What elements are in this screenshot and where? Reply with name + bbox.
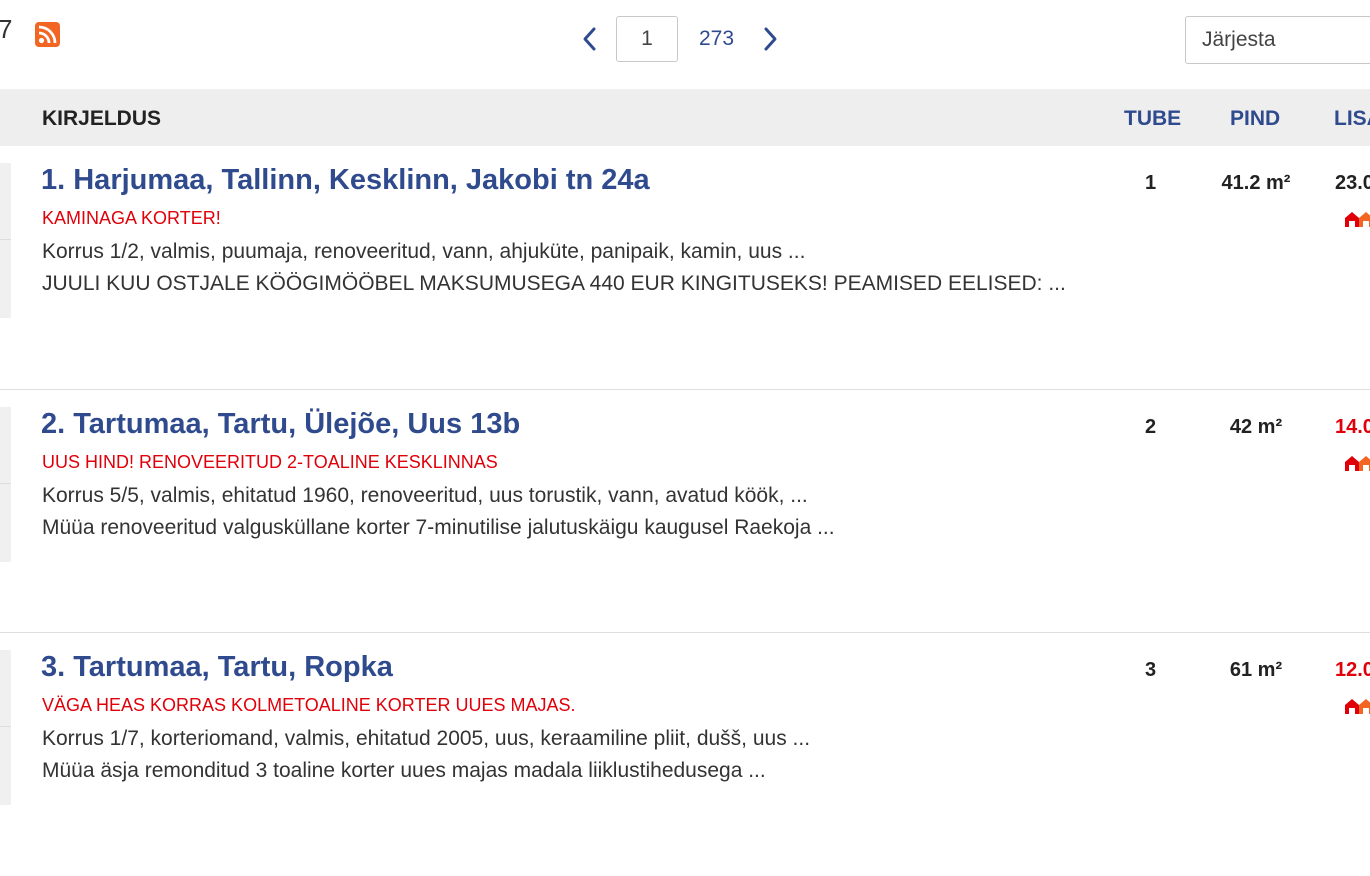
- listing-rooms: 3: [1145, 659, 1157, 681]
- table-row: 2. Tartumaa, Tartu, Ülejõe, Uus 13b UUS …: [0, 389, 1370, 633]
- sort-select-value: Järjesta: [1202, 28, 1276, 51]
- listing-rooms: 2: [1145, 416, 1157, 438]
- chevron-right-icon[interactable]: [755, 24, 785, 54]
- table-row: 3. Tartumaa, Tartu, Ropka VÄGA HEAS KORR…: [0, 632, 1370, 876]
- listing-description: JUULI KUU OSTJALE KÖÖGIMÖÖBEL MAKSUMUSEG…: [42, 272, 1066, 295]
- listing-date: 12.0: [1335, 659, 1370, 681]
- house-icon: [1343, 454, 1370, 477]
- listing-slogan: KAMINAGA KORTER!: [42, 208, 221, 228]
- listing-features: Korrus 5/5, valmis, ehitatud 1960, renov…: [42, 484, 808, 507]
- house-icon: [1343, 697, 1370, 720]
- column-header-area[interactable]: PIND: [1230, 107, 1280, 131]
- column-header-added[interactable]: LISA: [1334, 107, 1370, 131]
- total-pages[interactable]: 273: [699, 27, 734, 51]
- results-count: 7: [0, 14, 13, 44]
- listing-title-link[interactable]: 1. Harjumaa, Tallinn, Kesklinn, Jakobi t…: [41, 164, 650, 197]
- results-toolbar: 7 273 Järjesta: [0, 0, 1370, 88]
- table-row: 1. Harjumaa, Tallinn, Kesklinn, Jakobi t…: [0, 146, 1370, 389]
- listing-title-link[interactable]: 2. Tartumaa, Tartu, Ülejõe, Uus 13b: [41, 408, 520, 441]
- listing-area: 41.2 m²: [1221, 172, 1291, 194]
- listing-date: 23.0: [1335, 172, 1370, 194]
- listing-description: Müüa renoveeritud valgusküllane korter 7…: [42, 516, 835, 539]
- page-number-input[interactable]: [616, 16, 678, 62]
- listing-features: Korrus 1/2, valmis, puumaja, renoveeritu…: [42, 240, 806, 263]
- rss-icon[interactable]: [35, 22, 60, 47]
- listing-area: 42 m²: [1229, 416, 1283, 438]
- listing-title-link[interactable]: 3. Tartumaa, Tartu, Ropka: [41, 651, 393, 684]
- table-header: KIRJELDUS TUBE PIND LISA: [0, 89, 1370, 146]
- column-header-rooms[interactable]: TUBE: [1124, 107, 1181, 131]
- listing-date: 14.0: [1335, 416, 1370, 438]
- listing-slogan: VÄGA HEAS KORRAS KOLMETOALINE KORTER UUE…: [42, 695, 576, 715]
- sort-select[interactable]: Järjesta: [1185, 16, 1370, 64]
- listing-thumbnail[interactable]: [0, 650, 11, 805]
- listing-rooms: 1: [1145, 172, 1157, 194]
- listing-description: Müüa äsja remonditud 3 toaline korter uu…: [42, 759, 766, 782]
- listing-area: 61 m²: [1229, 659, 1283, 681]
- column-header-description: KIRJELDUS: [42, 107, 162, 130]
- listing-thumbnail[interactable]: [0, 163, 11, 318]
- listing-thumbnail[interactable]: [0, 407, 11, 562]
- chevron-left-icon[interactable]: [575, 24, 605, 54]
- listing-features: Korrus 1/7, korteriomand, valmis, ehitat…: [42, 727, 811, 750]
- listing-slogan: UUS HIND! RENOVEERITUD 2-TOALINE KESKLIN…: [42, 452, 498, 472]
- house-icon: [1343, 210, 1370, 233]
